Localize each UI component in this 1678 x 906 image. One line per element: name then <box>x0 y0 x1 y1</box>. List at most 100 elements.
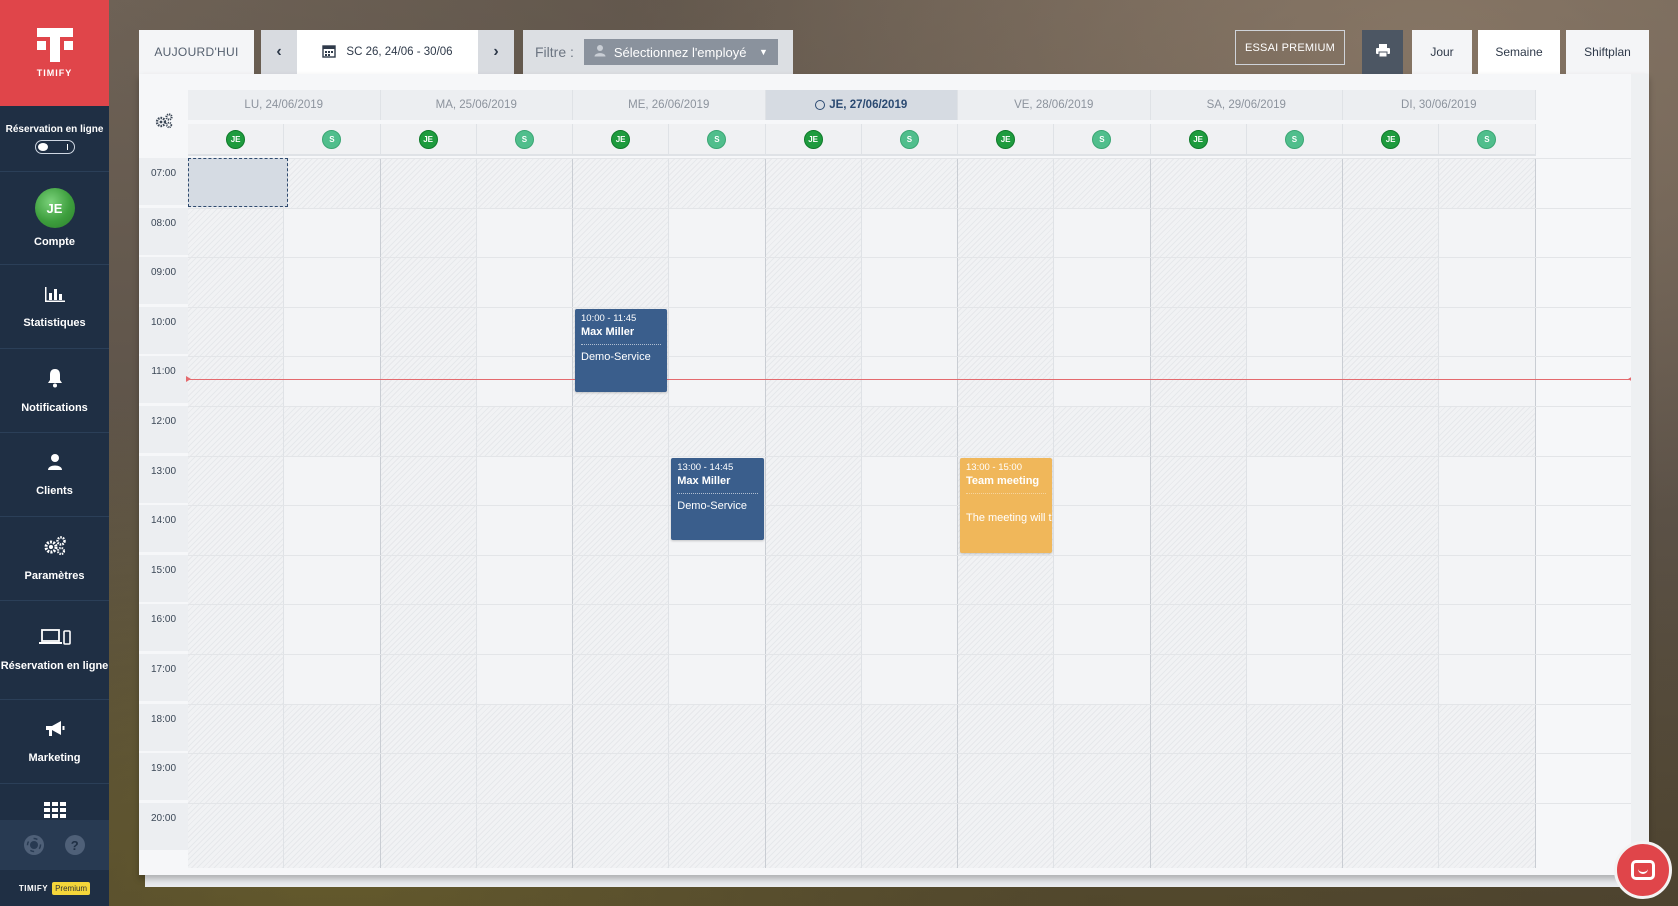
hour-gridline <box>188 753 1631 755</box>
hour-label: 20:00 <box>139 802 188 852</box>
employee-column-header[interactable]: S <box>1439 124 1536 156</box>
available-time-block[interactable] <box>284 455 380 704</box>
hour-gridline <box>188 158 1631 159</box>
calendar-event[interactable]: 10:00 - 11:45 Max Miller Demo-Service <box>575 308 668 392</box>
calendar-settings-button[interactable] <box>139 88 188 158</box>
panel-footer <box>145 875 1643 887</box>
calendar-panel: LU, 24/06/2019 MA, 25/06/2019 ME, 26/06/20… <box>139 74 1649 875</box>
chat-widget-button[interactable] <box>1614 841 1672 899</box>
online-booking-toggle-label: Réservation en ligne <box>5 123 104 135</box>
online-booking-toggle[interactable] <box>34 139 75 154</box>
current-time-indicator <box>186 376 1633 382</box>
timify-logo[interactable]: TIMIFY <box>0 0 109 106</box>
employee-avatar: JE <box>1381 129 1401 149</box>
sidebar-item-apps[interactable] <box>0 784 109 820</box>
employee-day-column[interactable] <box>573 158 670 868</box>
available-time-block[interactable] <box>1246 455 1342 704</box>
employee-column-header[interactable]: S <box>861 124 958 156</box>
hour-label: 16:00 <box>139 604 188 654</box>
week-label: SC 26, 24/06 - 30/06 <box>346 46 453 58</box>
day-header[interactable]: LU, 24/06/2019 <box>188 90 381 120</box>
available-time-block[interactable] <box>1439 455 1535 704</box>
employee-column-header[interactable]: JE <box>573 124 670 156</box>
help-icon[interactable]: ? <box>64 835 85 855</box>
sidebar-item-notifications[interactable]: Notifications <box>0 349 109 433</box>
day-header[interactable]: DI, 30/06/2019 <box>1343 90 1536 120</box>
employee-select[interactable]: Sélectionnez l'employé ▼ <box>583 39 778 65</box>
sidebar-brand: TIMIFY Premium <box>0 870 109 906</box>
day-header-label: SA, 29/06/2019 <box>1206 99 1286 111</box>
sidebar-item-label: Clients <box>36 484 73 497</box>
chevron-right-icon: › <box>493 43 499 60</box>
chevron-left-icon: ‹ <box>276 43 282 60</box>
employee-column-header[interactable]: JE <box>958 124 1055 156</box>
hour-gridline <box>188 654 1631 655</box>
view-week-tab[interactable]: Semaine <box>1478 30 1560 74</box>
hour-label: 13:00 <box>139 455 188 505</box>
sidebar-item-marketing[interactable]: Marketing <box>0 700 109 784</box>
view-day-tab[interactable]: Jour <box>1412 30 1472 74</box>
employee-column-header[interactable]: S <box>669 124 766 156</box>
sidebar-item-clients[interactable]: Clients <box>0 433 109 517</box>
day-header-label: JE, 27/06/2019 <box>829 99 908 111</box>
calendar-event[interactable]: 13:00 - 14:45 Max Miller Demo-Service <box>671 457 764 541</box>
hour-gridline <box>188 604 1631 606</box>
employee-column-header[interactable]: JE <box>1343 124 1440 156</box>
available-time-block[interactable] <box>861 455 957 704</box>
employee-avatar: JE <box>611 129 631 149</box>
chat-icon <box>1631 860 1655 880</box>
calendar-scrollbar[interactable] <box>1631 74 1649 875</box>
employee-column-header[interactable]: S <box>1054 124 1151 156</box>
available-time-block[interactable] <box>476 455 572 704</box>
calendar-event[interactable]: 13:00 - 15:00 Team meeting The meeting wil… <box>960 457 1053 553</box>
day-header[interactable]: ME, 26/06/2019 <box>573 90 766 120</box>
employee-day-column[interactable] <box>188 158 285 868</box>
sidebar-item-online-booking[interactable]: Réservation en ligne <box>0 601 109 700</box>
employee-column-header[interactable]: JE <box>380 124 477 156</box>
premium-trial-button[interactable]: ESSAI PREMIUM <box>1235 30 1345 65</box>
day-header[interactable]: VE, 28/06/2019 <box>958 90 1151 120</box>
filter-label: Filtre : <box>535 44 574 60</box>
available-time-block[interactable] <box>1054 455 1150 704</box>
day-header[interactable]: JE, 27/06/2019 <box>765 90 958 120</box>
day-header[interactable]: SA, 29/06/2019 <box>1150 90 1343 120</box>
employee-avatar: S <box>707 129 727 149</box>
sidebar-item-statistics[interactable]: Statistiques <box>0 265 109 349</box>
employee-column-header[interactable]: S <box>284 124 381 156</box>
sidebar-item-settings[interactable]: Paramètres <box>0 517 109 601</box>
hour-gridline <box>188 505 1631 507</box>
employee-filter: Filtre : Sélectionnez l'employé ▼ <box>523 30 793 74</box>
print-button[interactable] <box>1362 30 1403 74</box>
brand-label: TIMIFY <box>18 883 49 893</box>
next-week-button[interactable]: › <box>478 30 514 74</box>
employee-day-column[interactable] <box>1343 158 1440 868</box>
selected-time-slot[interactable] <box>188 158 288 207</box>
employee-avatar: JE <box>1188 129 1208 149</box>
week-picker[interactable]: SC 26, 24/06 - 30/06 <box>297 30 478 74</box>
employee-column-header[interactable]: S <box>1246 124 1343 156</box>
hour-gridline <box>188 406 1631 407</box>
employee-column-header[interactable]: JE <box>188 124 285 156</box>
employee-column-header[interactable]: S <box>476 124 573 156</box>
hour-gridline <box>188 554 1631 556</box>
support-lifebuoy-icon[interactable] <box>24 835 45 855</box>
logo-text: TIMIFY <box>36 68 73 78</box>
employee-column-header[interactable]: JE <box>1150 124 1247 156</box>
today-button[interactable]: AUJOURD'HUI <box>139 30 254 74</box>
hour-label: 12:00 <box>139 406 188 455</box>
event-service: The meeting will ta <box>966 511 1053 524</box>
sidebar-item-label: Marketing <box>28 751 81 764</box>
previous-week-button[interactable]: ‹ <box>261 30 297 74</box>
employee-day-column[interactable] <box>765 158 862 868</box>
view-shiftplan-tab[interactable]: Shiftplan <box>1566 30 1649 74</box>
sidebar-item-account[interactable]: JE Compte <box>0 172 109 265</box>
sidebar: TIMIFY Réservation en ligne JE Compte St… <box>0 0 109 906</box>
employee-avatar: JE <box>803 129 823 149</box>
day-header[interactable]: MA, 25/06/2019 <box>380 90 573 120</box>
event-time: 13:00 - 14:45 <box>677 461 734 473</box>
hour-gridline <box>188 802 1631 804</box>
employee-day-column[interactable] <box>1150 158 1247 868</box>
employee-day-column[interactable] <box>380 158 477 868</box>
employee-column-header[interactable]: JE <box>765 124 862 156</box>
timify-logo-icon <box>36 28 73 62</box>
